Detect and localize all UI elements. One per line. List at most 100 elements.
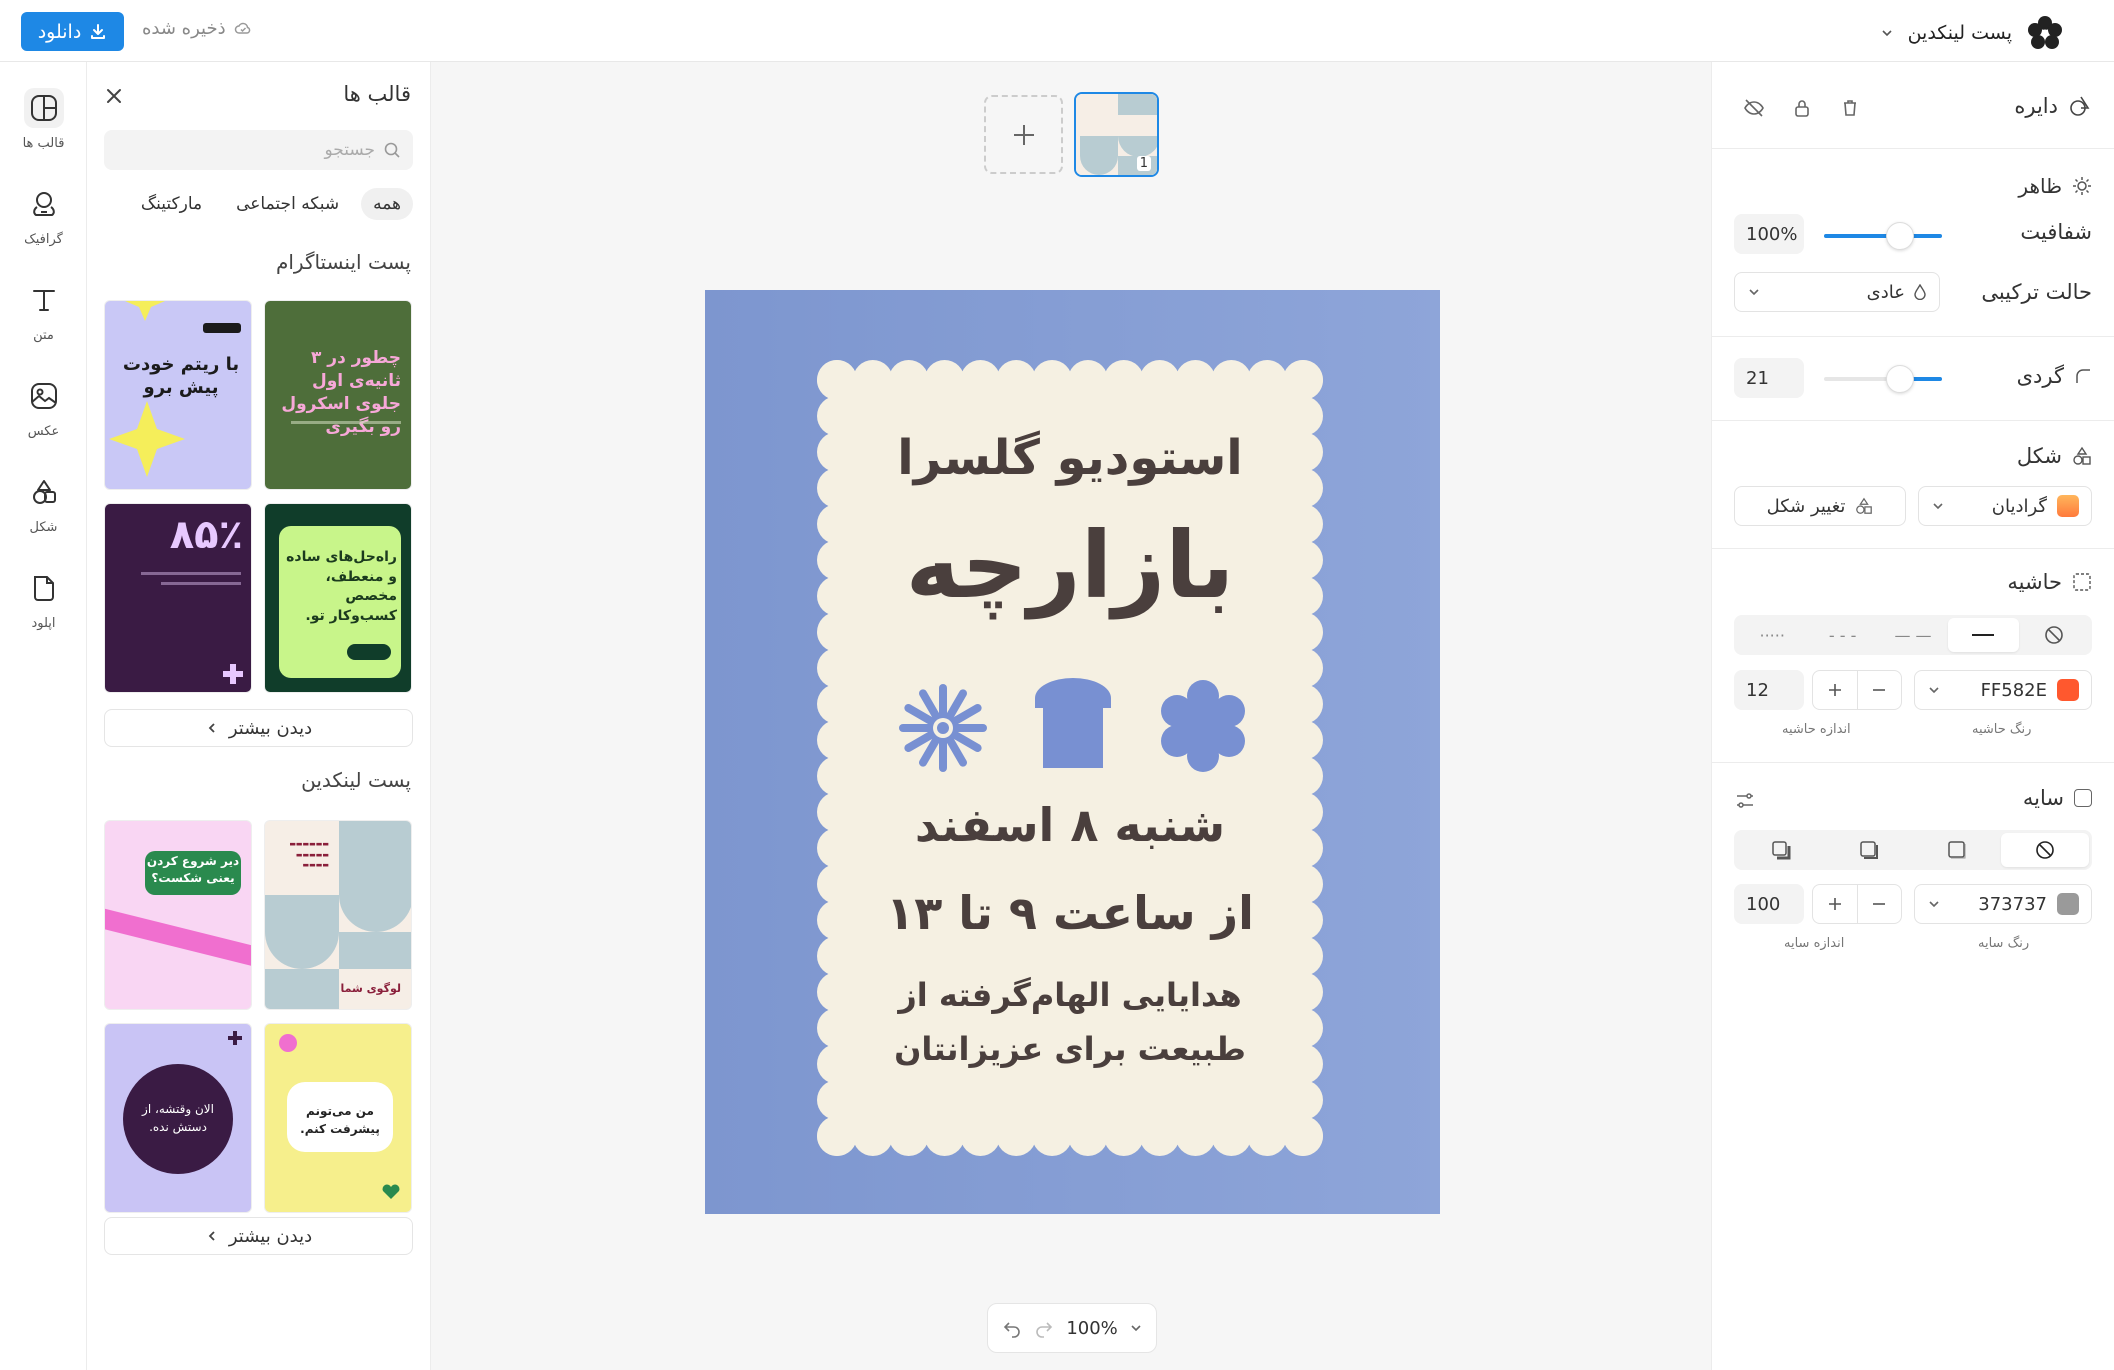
template-thumb[interactable]: با ریتم خودت پیش برو	[104, 300, 252, 490]
hide-button[interactable]	[1734, 88, 1774, 128]
blend-mode-select[interactable]: عادی	[1734, 272, 1940, 312]
divider	[1712, 148, 2114, 149]
search-input[interactable]: جستجو	[104, 130, 413, 170]
border-size-input[interactable]: 12	[1734, 670, 1804, 710]
shadow-medium-icon	[1860, 841, 1878, 859]
sun-icon	[2073, 177, 2091, 195]
template-thumb[interactable]: الان وقتشه، از دستش نده.	[104, 1023, 252, 1213]
border-style-dashed[interactable]: — —	[1878, 618, 1948, 652]
radius-slider-knob[interactable]	[1886, 365, 1914, 393]
artboard[interactable]: استودیو گلسرا بازارچه شنبه ۸ اسفند از سا…	[705, 290, 1440, 1214]
chevron-down-icon[interactable]	[1130, 1322, 1142, 1334]
rail-item-photo[interactable]: عکس	[0, 376, 87, 439]
poster-line-time[interactable]: از ساعت ۹ تا ۱۳	[835, 886, 1305, 940]
gradient-swatch	[2057, 495, 2079, 517]
shadow-heavy-icon	[1772, 841, 1791, 860]
chip-all[interactable]: همه	[361, 188, 413, 220]
shadow-style-3[interactable]	[1737, 833, 1825, 867]
chip-social[interactable]: شبکه اجتماعی	[224, 188, 351, 220]
rail-item-upload[interactable]: اپلود	[0, 568, 87, 631]
poster-line-studio[interactable]: استودیو گلسرا	[835, 430, 1305, 486]
border-color-select[interactable]: FF582E	[1914, 670, 2092, 710]
download-button[interactable]: دانلود	[21, 12, 124, 51]
template-thumb[interactable]: ۸۵٪	[104, 503, 252, 693]
border-style-none[interactable]	[2019, 618, 2089, 652]
shadow-color-value: 373737	[1978, 893, 2047, 915]
shadow-section-title: سایه	[2023, 786, 2092, 810]
undo-icon[interactable]	[1002, 1318, 1022, 1338]
template-thumb[interactable]: راه‌حل‌های ساده و منعطف، مخصص کسب‌وکار ت…	[264, 503, 412, 693]
page-number: 1	[1136, 156, 1151, 171]
photo-icon	[24, 376, 64, 416]
border-size-increase[interactable]	[1813, 671, 1858, 709]
close-icon[interactable]	[104, 86, 124, 106]
flower-icon[interactable]	[1153, 676, 1253, 776]
settings-sliders-icon[interactable]	[1734, 790, 1756, 812]
poster-line-date[interactable]: شنبه ۸ اسفند	[835, 798, 1305, 852]
template-thumb[interactable]: ▬▬▬▬▬▬ ▬▬▬▬▬ ▬▬▬▬ لوگوی شما	[264, 820, 412, 1010]
lock-button[interactable]	[1782, 88, 1822, 128]
thumb-text: لوگوی شما	[340, 982, 401, 995]
delete-button[interactable]	[1830, 88, 1870, 128]
zoom-level[interactable]: 100%	[1066, 1318, 1117, 1339]
shadow-style-1[interactable]	[1913, 833, 2001, 867]
section-title-linkedin: پست لینکدین	[301, 768, 411, 792]
rail-item-text[interactable]: متن	[0, 280, 87, 343]
category-chips: همه شبکه اجتماعی مارکتینگ	[129, 188, 413, 220]
shapes-icon	[1856, 497, 1873, 514]
see-more-button-instagram[interactable]: دیدن بیشتر	[104, 709, 413, 747]
shape-section-title: شکل	[2017, 444, 2092, 468]
border-style-dotted[interactable]: ·····	[1737, 618, 1807, 652]
change-shape-button[interactable]: تغییر شکل	[1734, 486, 1906, 526]
document-title[interactable]: پست لینکدین	[1880, 14, 2064, 52]
heart-icon	[382, 1184, 400, 1199]
arch-shape-icon[interactable]	[1023, 676, 1123, 776]
template-thumb[interactable]: دیر شروع کردن یعنی شکست؟	[104, 820, 252, 1010]
poster-line-bazaar[interactable]: بازارچه	[835, 512, 1305, 619]
rail-item-shape[interactable]: شکل	[0, 472, 87, 535]
opacity-slider-knob[interactable]	[1886, 222, 1914, 250]
border-style-dashed-short[interactable]: - - -	[1807, 618, 1877, 652]
radius-input[interactable]: 21	[1734, 358, 1804, 398]
shadow-color-caption: رنگ سایه	[1978, 936, 2030, 951]
left-rail: قالب ها گرافیک متن عکس شکل اپلود	[0, 62, 87, 1370]
shadow-size-decrease[interactable]	[1858, 885, 1902, 923]
rail-label: قالب ها	[22, 136, 65, 151]
chip-marketing[interactable]: مارکتینگ	[129, 188, 214, 220]
border-style-solid[interactable]	[1948, 618, 2019, 652]
chevron-down-icon	[1929, 901, 1939, 908]
divider	[1712, 336, 2114, 337]
blend-mode-display: عادی	[1867, 282, 1927, 303]
template-thumb[interactable]: من می‌تونم پیشرفت کنم.	[264, 1023, 412, 1213]
thumb-line	[291, 421, 401, 424]
rail-item-templates[interactable]: قالب ها	[0, 88, 87, 151]
thumb-text: راه‌حل‌های ساده و منعطف، مخصص کسب‌وکار ت…	[286, 549, 397, 624]
opacity-input[interactable]: 100%	[1734, 214, 1804, 254]
see-more-button-linkedin[interactable]: دیدن بیشتر	[104, 1217, 413, 1255]
border-size-decrease[interactable]	[1858, 671, 1902, 709]
add-page-button[interactable]	[984, 95, 1063, 174]
shadow-checkbox[interactable]	[2074, 789, 2092, 807]
page-thumbnail[interactable]: 1	[1074, 92, 1159, 177]
redo-icon[interactable]	[1034, 1318, 1054, 1338]
fill-type-select[interactable]: گرادیان	[1918, 486, 2092, 526]
shadow-color-select[interactable]: 373737	[1914, 884, 2092, 924]
rail-item-graphics[interactable]: گرافیک	[0, 184, 87, 247]
chevron-down-icon	[1933, 503, 1943, 510]
plus-icon	[1013, 124, 1034, 145]
shadow-size-input[interactable]: 100	[1734, 884, 1804, 924]
poster-line-gifts-1[interactable]: هدایایی الهام‌گرفته از	[835, 976, 1305, 1014]
shadow-size-increase[interactable]	[1813, 885, 1858, 923]
chevron-left-icon	[208, 723, 215, 733]
shadow-style-2[interactable]	[1825, 833, 1913, 867]
drop-icon	[1914, 284, 1926, 300]
rail-label: شکل	[29, 520, 58, 535]
flower-icon	[279, 1034, 297, 1052]
radius-slider[interactable]	[1824, 365, 1942, 393]
flower-burst-icon[interactable]	[893, 678, 993, 778]
opacity-slider[interactable]	[1824, 222, 1942, 250]
shadow-style-none[interactable]	[2001, 833, 2089, 867]
poster-line-gifts-2[interactable]: طبیعت برای عزیزانتان	[835, 1030, 1305, 1068]
element-title: دایره	[2014, 94, 2058, 118]
template-thumb[interactable]: چطور در ۳ ثانیه‌ی اول جلوی اسکرول رو بگی…	[264, 300, 412, 490]
